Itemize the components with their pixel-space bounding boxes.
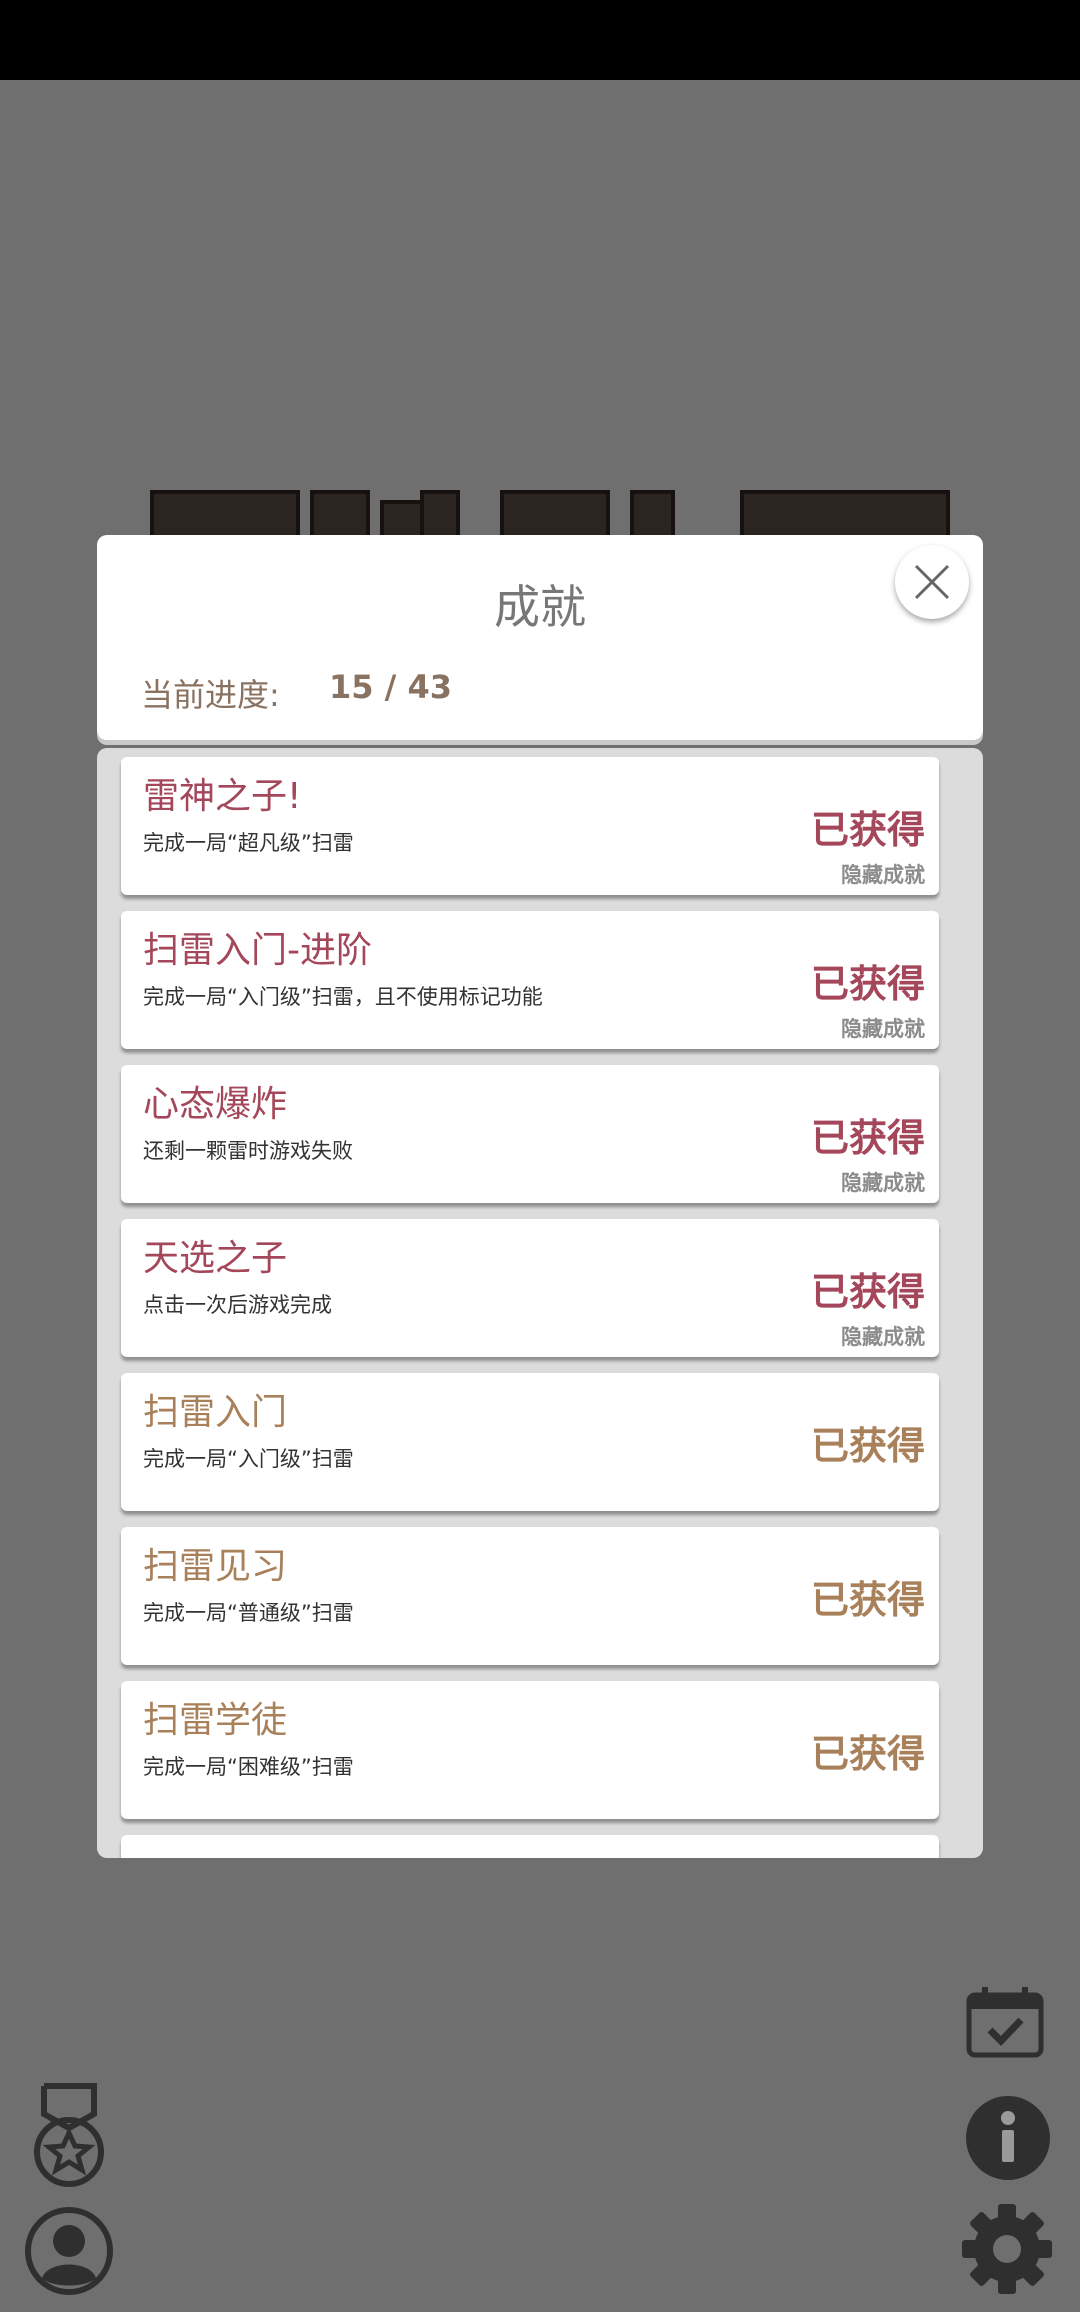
game-title-logo xyxy=(150,490,950,540)
achievement-name: 扫雷见习 xyxy=(143,1546,288,1587)
achievement-card: 扫雷见习 完成一局“普通级”扫雷 已获得 xyxy=(121,1527,939,1665)
gear-icon[interactable] xyxy=(960,2202,1054,2296)
calendar-check-icon[interactable] xyxy=(966,1986,1044,2058)
hidden-achievement-tag: 隐藏成就 xyxy=(841,863,925,887)
achievement-desc: 完成一局“普通级”扫雷 xyxy=(143,1601,354,1625)
achievement-desc: 还剩一颗雷时游戏失败 xyxy=(143,1139,353,1163)
progress-label: 当前进度: xyxy=(141,676,280,714)
achievement-list[interactable]: 雷神之子! 完成一局“超凡级”扫雷 已获得 隐藏成就 扫雷入门-进阶 完成一局“… xyxy=(97,748,983,1858)
achievement-status: 已获得 xyxy=(810,1270,925,1314)
achievement-name: 天选之子 xyxy=(143,1238,288,1279)
achievement-desc: 点击一次后游戏完成 xyxy=(143,1293,332,1317)
medal-icon[interactable] xyxy=(32,2082,106,2190)
dialog-title: 成就 xyxy=(494,580,586,634)
hidden-achievement-tag: 隐藏成就 xyxy=(841,1017,925,1041)
achievement-status: 已获得 xyxy=(810,1116,925,1160)
achievement-status: 已获得 xyxy=(810,1424,925,1468)
info-icon[interactable] xyxy=(964,2094,1052,2182)
achievement-name: 扫雷入门 xyxy=(143,1392,288,1433)
achievement-desc: 完成一局“超凡级”扫雷 xyxy=(143,831,354,855)
achievement-card: 天选之子 点击一次后游戏完成 已获得 隐藏成就 xyxy=(121,1219,939,1357)
achievement-status: 已获得 xyxy=(810,1578,925,1622)
close-icon xyxy=(914,564,950,600)
achievement-status: 已获得 xyxy=(810,808,925,852)
hidden-achievement-tag: 隐藏成就 xyxy=(841,1171,925,1195)
achievement-desc: 完成一局“困难级”扫雷 xyxy=(143,1755,354,1779)
progress-value: 15 / 43 xyxy=(329,668,453,706)
user-icon[interactable] xyxy=(24,2206,114,2296)
hidden-achievement-tag: 隐藏成就 xyxy=(841,1325,925,1349)
achievement-name: 雷神之子! xyxy=(143,776,302,817)
achievement-name: 扫雷学徒 xyxy=(143,1700,288,1741)
achievement-name: 扫雷入门-进阶 xyxy=(143,930,372,971)
achievement-card: 扫雷入门 完成一局“入门级”扫雷 已获得 xyxy=(121,1373,939,1511)
achievements-dialog-header: 成就 当前进度: 15 / 43 xyxy=(97,535,983,740)
achievement-desc: 完成一局“入门级”扫雷 xyxy=(143,1447,354,1471)
achievement-status: 已获得 xyxy=(810,1732,925,1776)
status-bar xyxy=(0,0,1080,80)
achievement-card: 心态爆炸 还剩一颗雷时游戏失败 已获得 隐藏成就 xyxy=(121,1065,939,1203)
close-button[interactable] xyxy=(895,545,969,619)
achievement-status: 已获得 xyxy=(810,962,925,1006)
achievement-card: 扫雷入门-进阶 完成一局“入门级”扫雷，且不使用标记功能 已获得 隐藏成就 xyxy=(121,911,939,1049)
achievement-card: 扫雷学徒 完成一局“困难级”扫雷 已获得 xyxy=(121,1681,939,1819)
achievement-card-partial xyxy=(121,1835,939,1858)
achievement-card: 雷神之子! 完成一局“超凡级”扫雷 已获得 隐藏成就 xyxy=(121,757,939,895)
achievement-desc: 完成一局“入门级”扫雷，且不使用标记功能 xyxy=(143,985,543,1009)
achievement-name: 心态爆炸 xyxy=(143,1084,288,1125)
